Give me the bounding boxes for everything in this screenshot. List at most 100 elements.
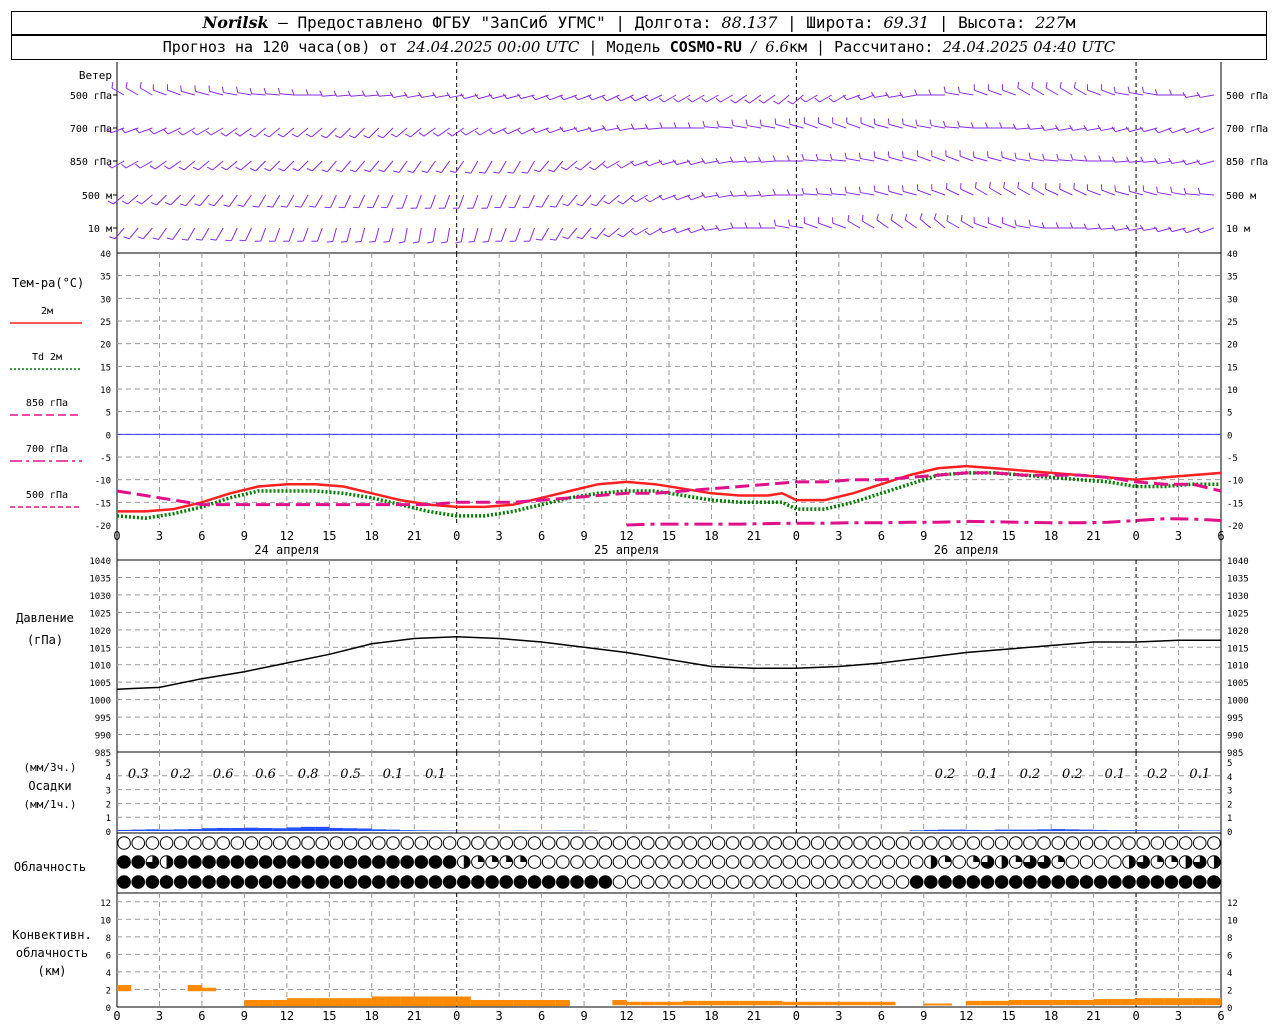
wind-barb-feather <box>163 165 170 170</box>
conv-tick-right: 8 <box>1227 934 1232 944</box>
wind-barb-feather <box>573 126 579 132</box>
wind-barb <box>959 155 974 162</box>
precip-tick-left: 2 <box>106 800 111 810</box>
wind-barb-feather <box>349 169 356 173</box>
cloud-symbol-middle <box>556 855 570 869</box>
wind-barb-feather <box>194 203 201 207</box>
wind-barb <box>379 94 394 97</box>
conv-tick-left: 6 <box>106 951 111 961</box>
wind-level-label-left: 500 гПа <box>70 91 112 102</box>
wind-barb <box>946 188 960 196</box>
wind-barb <box>432 227 436 242</box>
conv-tick-left: 2 <box>106 986 111 996</box>
conv-cloud-bar <box>329 998 344 1007</box>
wind-barb-feather <box>249 133 256 138</box>
wind-barb <box>649 94 663 102</box>
cloud-symbol-high <box>1122 836 1136 850</box>
cloud-fill-middle <box>463 855 471 869</box>
wind-barb <box>484 160 493 174</box>
wind-barb <box>286 194 295 208</box>
precip-bar <box>286 827 301 831</box>
cloud-symbol-low <box>853 875 867 889</box>
wind-barb-feather <box>1028 219 1031 226</box>
wind-barb <box>458 194 465 209</box>
wind-barb-feather <box>1170 186 1173 193</box>
wind-barb <box>141 194 153 205</box>
wind-barb <box>1171 192 1186 196</box>
wind-barb <box>1143 92 1158 96</box>
conv-cloud-bar <box>810 1001 825 1006</box>
wind-barb <box>223 92 238 96</box>
wind-barb-feather <box>603 200 609 205</box>
cloud-symbol-high <box>1178 836 1193 850</box>
cloud-symbol-middle <box>626 855 641 869</box>
wind-barb-feather <box>617 233 624 238</box>
wind-barb <box>268 127 281 138</box>
wind-barb <box>704 194 719 198</box>
wind-barb-feather <box>435 170 442 173</box>
wind-barb <box>498 160 507 174</box>
wind-barb-feather <box>191 130 198 136</box>
precip-bar <box>1206 830 1221 831</box>
cloud-symbol-high <box>740 836 754 850</box>
temp-tick-left: 15 <box>100 363 111 373</box>
cloud-fill-middle <box>945 855 952 862</box>
wind-barb-feather <box>502 93 508 99</box>
wind-barb-feather <box>1156 186 1159 193</box>
wind-barb <box>239 127 252 137</box>
wind-barb-feather <box>1168 89 1173 96</box>
conv-cloud-bar <box>201 987 217 992</box>
wind-barb-feather <box>687 122 691 129</box>
precip-bar <box>371 829 386 831</box>
precip-bar <box>315 826 330 831</box>
cloud-symbol-high <box>1079 836 1094 850</box>
cloud-fill-low <box>1108 875 1122 889</box>
wind-barb <box>704 160 719 164</box>
cloud-fill-low <box>1179 875 1192 889</box>
cloud-fill-low <box>188 875 202 889</box>
cloud-symbol-high <box>343 836 358 850</box>
conv-cloud-bar <box>400 996 415 1007</box>
conv-cloud-bar <box>527 999 542 1007</box>
wind-barb <box>1060 87 1073 96</box>
wind-barb-feather <box>135 163 141 169</box>
conv-cloud-bar <box>541 999 556 1007</box>
cloud-fill-middle <box>259 855 272 869</box>
conv-cloud-bar <box>881 1001 896 1006</box>
wind-barb-feather <box>1182 127 1187 134</box>
x-tick-label-bottom: 15 <box>662 1009 676 1023</box>
wind-barb-feather <box>602 96 608 102</box>
cloud-fill-middle <box>1157 855 1164 862</box>
pressure-tick-left: 1035 <box>89 574 111 584</box>
wind-barb-feather <box>815 153 819 160</box>
temp-tick-left: 25 <box>100 318 111 328</box>
cloud-fill-low <box>952 875 966 889</box>
wind-barb-feather <box>208 203 215 207</box>
wind-barb <box>747 160 762 163</box>
wind-barb <box>904 219 917 229</box>
cloud-symbol-low <box>810 875 825 889</box>
cloud-fill-middle <box>301 855 315 869</box>
wind-barb-feather <box>334 135 341 139</box>
wind-barb <box>831 193 846 196</box>
wind-barb <box>412 160 422 173</box>
cloud-symbol-high <box>471 836 485 850</box>
cloud-fill-middle <box>117 855 131 869</box>
wind-barb <box>500 227 507 242</box>
wind-barb <box>372 194 380 208</box>
wind-barb-feather <box>887 151 890 158</box>
temp-tick-right: 0 <box>1227 431 1232 441</box>
wind-barb <box>187 227 196 241</box>
cloud-symbol-high <box>1150 836 1165 850</box>
cloud-fill-low <box>457 875 471 889</box>
precip-bar <box>1037 829 1052 831</box>
wind-barb-feather <box>137 236 144 240</box>
precip-bar <box>1164 830 1179 831</box>
x-tick-label-bottom: 0 <box>1132 1009 1139 1023</box>
conv-cloud-bar <box>937 1003 953 1006</box>
cloud-fill-low <box>967 875 980 889</box>
wind-barb-feather <box>644 96 650 102</box>
wind-barb <box>916 125 931 129</box>
cloud-symbol-low <box>782 875 797 889</box>
x-tick-label-bottom: 6 <box>538 1009 545 1023</box>
